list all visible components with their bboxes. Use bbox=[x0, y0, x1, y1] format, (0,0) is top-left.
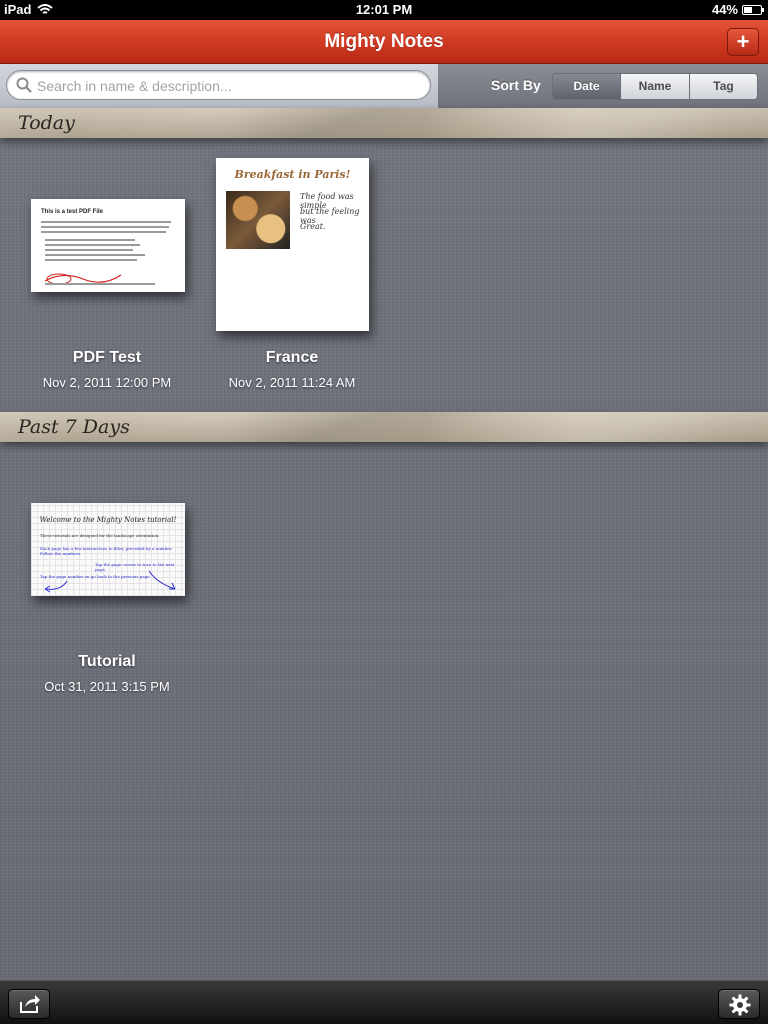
thumb-heading: Breakfast in Paris! bbox=[234, 168, 351, 181]
section-header-past-7-days: Past 7 Days bbox=[0, 412, 768, 442]
note-thumbnail[interactable]: This is a test PDF File bbox=[31, 199, 185, 292]
note-date: Oct 31, 2011 3:15 PM bbox=[44, 679, 170, 694]
status-right: 44% bbox=[711, 2, 764, 17]
status-bar: iPad 12:01 PM 44% bbox=[0, 0, 768, 20]
search-input[interactable]: Search in name & description... bbox=[6, 70, 431, 100]
breakfast-photo bbox=[226, 191, 290, 249]
section-title: Today bbox=[18, 112, 75, 134]
share-icon bbox=[20, 995, 40, 1013]
share-button[interactable] bbox=[8, 989, 50, 1019]
note-france[interactable]: Breakfast in Paris! The food was simple … bbox=[192, 150, 392, 400]
sort-bar: Sort By Date Name Tag bbox=[438, 64, 768, 108]
thumb-line: These tutorials are designed for the lan… bbox=[40, 533, 160, 538]
sort-tag-button[interactable]: Tag bbox=[689, 73, 758, 100]
bottom-toolbar bbox=[0, 980, 768, 1024]
search-placeholder: Search in name & description... bbox=[37, 78, 232, 94]
thumb-line: Great. bbox=[300, 222, 326, 231]
sort-name-button[interactable]: Name bbox=[620, 73, 690, 100]
note-thumbnail[interactable]: Welcome to the Mighty Notes tutorial! Th… bbox=[31, 503, 185, 596]
sort-by-label: Sort By bbox=[491, 77, 541, 93]
app-title: Mighty Notes bbox=[324, 31, 444, 52]
note-pdf-test[interactable]: This is a test PDF File PDF Test Nov 2, … bbox=[7, 150, 207, 400]
section-title: Past 7 Days bbox=[18, 416, 130, 438]
note-tutorial[interactable]: Welcome to the Mighty Notes tutorial! Th… bbox=[7, 455, 207, 705]
thumb-heading: This is a test PDF File bbox=[41, 209, 104, 215]
gear-icon bbox=[729, 994, 751, 1016]
search-bar: Search in name & description... bbox=[0, 64, 438, 108]
settings-button[interactable] bbox=[718, 989, 760, 1019]
note-title: PDF Test bbox=[72, 349, 142, 366]
note-title: France bbox=[265, 349, 319, 366]
battery-icon bbox=[742, 4, 764, 15]
arrow-mark bbox=[44, 580, 68, 593]
note-date: Nov 2, 2011 11:24 AM bbox=[228, 375, 356, 390]
note-date: Nov 2, 2011 12:00 PM bbox=[42, 375, 172, 390]
status-time: 12:01 PM bbox=[355, 2, 413, 17]
note-thumbnail[interactable]: Breakfast in Paris! The food was simple … bbox=[216, 158, 369, 331]
sort-date-button[interactable]: Date bbox=[552, 73, 621, 100]
battery-percent: 44% bbox=[711, 2, 738, 17]
section-header-today: Today bbox=[0, 108, 768, 138]
add-note-button[interactable]: + bbox=[727, 28, 759, 56]
thumb-line: Each page has a few instructions to filt… bbox=[40, 546, 173, 556]
search-icon bbox=[16, 77, 32, 93]
title-bar: Mighty Notes + bbox=[0, 20, 768, 64]
thumb-heading: Welcome to the Mighty Notes tutorial! bbox=[39, 516, 177, 524]
note-title: Tutorial bbox=[78, 653, 136, 670]
arrow-mark bbox=[148, 570, 176, 590]
